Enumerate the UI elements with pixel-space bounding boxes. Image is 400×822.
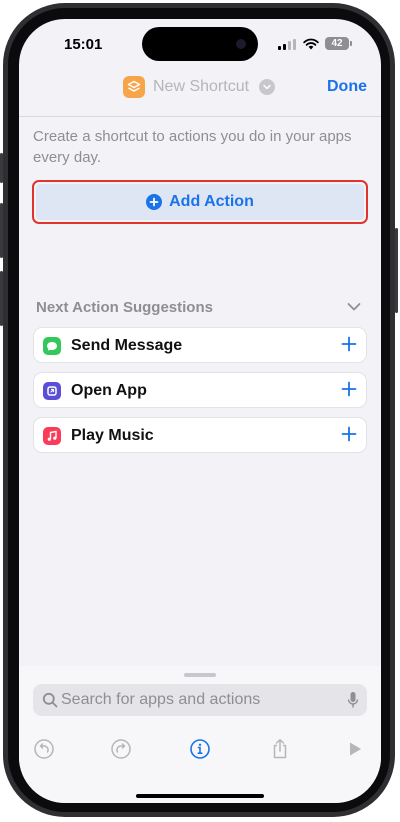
volume-up-button [0, 203, 3, 258]
power-button [395, 228, 398, 313]
plus-circle-icon [146, 194, 163, 210]
nav-divider [19, 116, 381, 117]
action-button [0, 153, 3, 183]
suggestion-send-message[interactable]: Send Message [33, 327, 367, 363]
screen: 15:01 42 New Shortcut Done Create a shor… [19, 19, 381, 803]
add-action-label: Add Action [169, 193, 254, 210]
suggestion-label: Send Message [71, 337, 183, 354]
battery-icon: 42 [325, 37, 352, 50]
suggestion-play-music[interactable]: Play Music [33, 417, 367, 453]
info-icon[interactable] [187, 736, 213, 762]
suggestion-label: Play Music [71, 427, 154, 444]
add-action-highlight: Add Action [32, 180, 368, 224]
plus-icon[interactable] [341, 426, 357, 442]
add-action-button[interactable]: Add Action [36, 184, 364, 220]
search-icon [42, 692, 58, 708]
dynamic-island [142, 27, 258, 61]
nav-bar: New Shortcut Done [19, 73, 381, 109]
sheet-grabber[interactable] [184, 673, 216, 677]
microphone-icon[interactable] [347, 691, 359, 709]
plus-icon[interactable] [341, 336, 357, 352]
shortcut-app-icon[interactable] [123, 76, 145, 98]
messages-icon [43, 337, 61, 355]
wifi-icon [303, 38, 319, 50]
search-input[interactable] [61, 684, 331, 716]
shortcut-title[interactable]: New Shortcut [153, 78, 249, 96]
suggestion-label: Open App [71, 382, 147, 399]
volume-down-button [0, 271, 3, 326]
suggestion-open-app[interactable]: Open App [33, 372, 367, 408]
suggestions-header: Next Action Suggestions [36, 299, 213, 316]
suggestions-list: Send Message Open App Play Music [33, 327, 367, 462]
camera-icon [236, 39, 246, 49]
search-bar[interactable] [33, 684, 367, 716]
chevron-down-icon[interactable] [347, 302, 361, 312]
open-app-icon [43, 382, 61, 400]
status-time: 15:01 [64, 36, 103, 53]
action-search-sheet [19, 666, 381, 803]
title-chevron-down-icon[interactable] [259, 79, 275, 95]
status-bar: 15:01 42 [19, 19, 381, 65]
cellular-signal-icon [278, 39, 296, 50]
plus-icon[interactable] [341, 381, 357, 397]
done-button[interactable]: Done [327, 78, 367, 96]
home-indicator [136, 794, 264, 798]
editor-toolbar [19, 736, 381, 766]
redo-icon[interactable] [108, 736, 134, 762]
shortcuts-layers-icon [127, 80, 141, 92]
music-icon [43, 427, 61, 445]
undo-icon[interactable] [31, 736, 57, 762]
play-icon[interactable] [342, 736, 368, 762]
share-icon[interactable] [267, 736, 293, 762]
intro-text: Create a shortcut to actions you do in y… [33, 128, 352, 166]
